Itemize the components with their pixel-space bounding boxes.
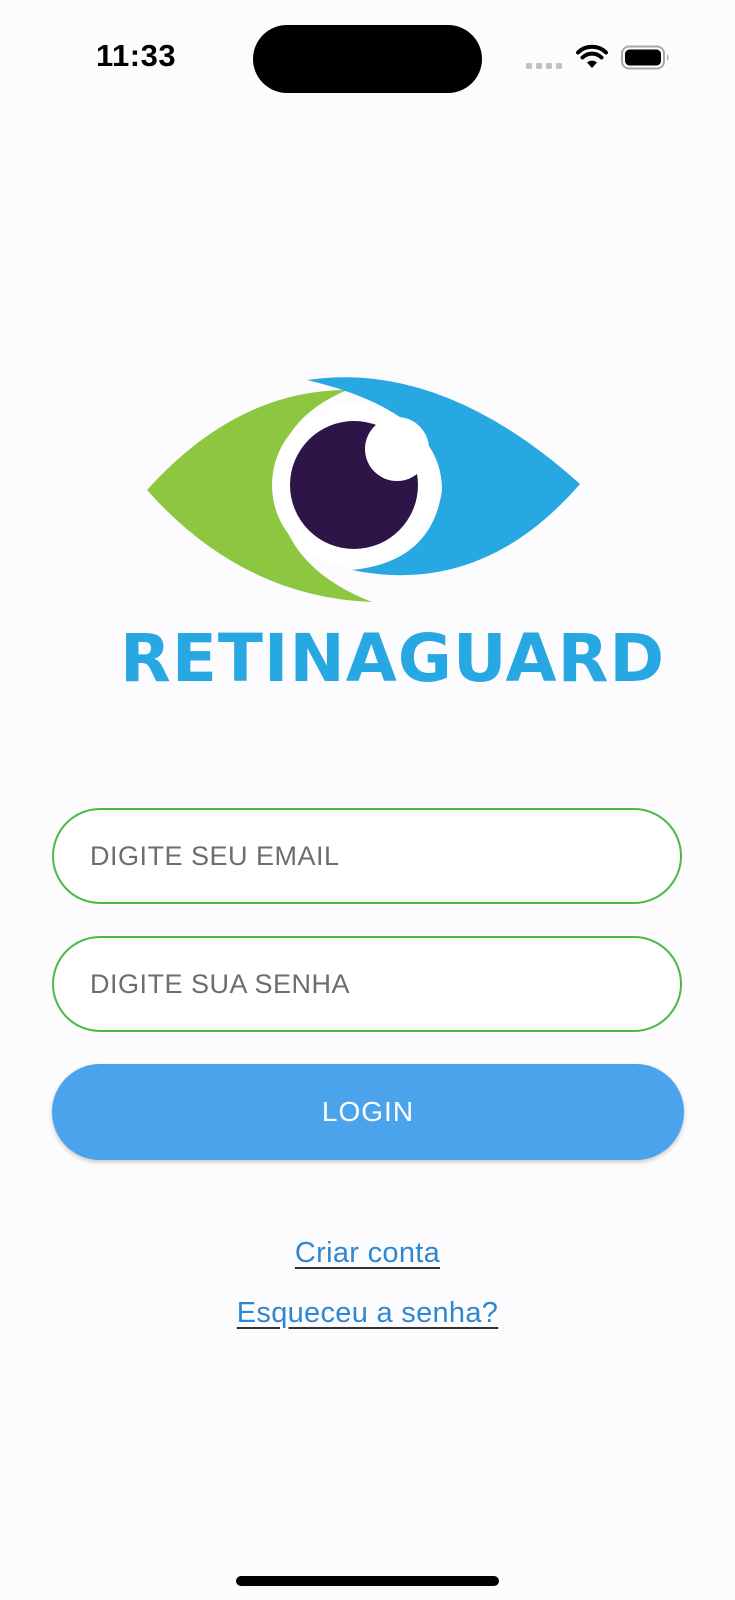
pupil-highlight — [365, 417, 429, 481]
email-field[interactable] — [52, 808, 682, 904]
create-account-row: Criar conta — [0, 1237, 735, 1270]
status-bar: 11:33 — [0, 0, 735, 118]
wifi-icon — [576, 44, 608, 68]
forgot-password-row: Esqueceu a senha? — [0, 1297, 735, 1330]
password-input[interactable] — [90, 938, 650, 1030]
email-input[interactable] — [90, 810, 650, 902]
eye-logo-icon — [147, 377, 580, 602]
app-logo: RETINAGUARD — [120, 372, 666, 697]
dynamic-island — [253, 25, 482, 93]
forgot-password-link[interactable]: Esqueceu a senha? — [237, 1297, 498, 1329]
home-indicator[interactable] — [236, 1576, 499, 1586]
logo-wordmark: RETINAGUARD — [120, 620, 666, 697]
battery-icon — [621, 45, 669, 70]
create-account-link[interactable]: Criar conta — [295, 1237, 440, 1269]
cellular-signal-icon — [526, 63, 562, 69]
login-button[interactable]: LOGIN — [52, 1064, 684, 1160]
status-time: 11:33 — [96, 38, 177, 73]
password-field[interactable] — [52, 936, 682, 1032]
